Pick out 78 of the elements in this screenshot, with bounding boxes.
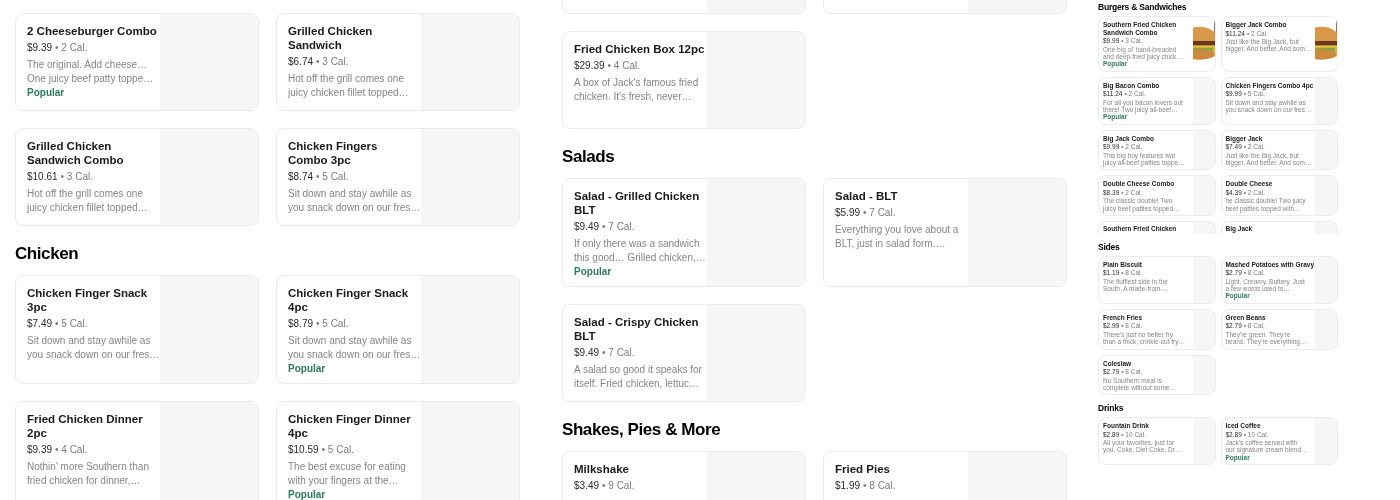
item-price: $7.49 [27, 318, 53, 330]
item-description: Sit down and stay awhile as you snack down on our fres… [27, 334, 158, 361]
item-name: 2 Cheeseburger Combo [27, 24, 158, 38]
item-price: $10.61 [27, 171, 58, 183]
item-name: Grilled Chicken Sandwich [288, 24, 374, 52]
item-description: Everything you love about a BLT, just in salad form.… [835, 223, 960, 250]
item-description: A salad so good it speaks for itself. Fried chicken, lettuc… [574, 363, 703, 390]
item-calories: • 5 Cal. [316, 318, 349, 330]
popular-label: Popular [288, 363, 326, 375]
menu-card[interactable]: Milkshake $3.49 • 9 Cal. [562, 451, 806, 500]
item-calories: • 9 Cal. [602, 480, 635, 492]
item-calories: • 2 Cal. [55, 42, 88, 54]
item-description: Sit down and stay awhile as you snack down on our fres… [288, 334, 419, 361]
section-heading: Sides [1098, 241, 1121, 252]
item-calories: • 7 Cal. [602, 347, 635, 359]
item-calories: • 3 Cal. [316, 56, 349, 68]
popular-label: Popular [288, 489, 326, 500]
menu-card[interactable]: Grilled Chicken Sandwich Combo $10.61 • 3 Cal. Hot off the grill comes one juicy chicken fillet topped… [15, 128, 259, 226]
popular-label: Popular [27, 87, 65, 99]
item-calories: • 7 Cal. [863, 207, 896, 219]
menu-card[interactable]: 2 Cheeseburger Combo $9.39 • 2 Cal. The original. Add cheese… One juicy beef patty toppe… Popular [15, 13, 259, 111]
popular-label: Popular [574, 266, 612, 278]
item-price: $8.79 [288, 318, 314, 330]
item-price: $10.59 [288, 444, 319, 456]
item-price: $6.74 [288, 56, 314, 68]
item-price: $9.39 [27, 42, 53, 54]
item-price: $9.39 [27, 444, 53, 456]
item-price: $9.49 [574, 347, 600, 359]
section-heading: Shakes, Pies & More [562, 419, 722, 441]
item-calories: • 8 Cal. [863, 480, 896, 492]
item-calories: • 7 Cal. [602, 221, 635, 233]
menu-card[interactable]: Fried Chicken Box 12pc $29.39 • 4 Cal. A box of Jack's famous fried chicken. It's fresh, never… [562, 31, 806, 129]
item-description: The original. Add cheese… One juicy beef patty toppe… [27, 58, 155, 85]
item-name: Salad - Grilled Chicken BLT [574, 189, 701, 217]
menu-card[interactable]: Fried Chicken Dinner 2pc $9.39 • 4 Cal. Nothin' more Southern than fried chicken for dinner,… [15, 401, 259, 500]
item-name: Chicken Fingers Combo 3pc [288, 139, 379, 167]
item-price: $29.39 [574, 60, 605, 72]
item-description: A box of Jack's famous fried chicken. It's fresh, never… [574, 76, 700, 103]
item-description: Hot off the grill comes one juicy chicken fillet topped… [288, 72, 410, 99]
item-name: Fried Chicken Dinner 2pc [27, 412, 144, 440]
item-price: $8.74 [288, 171, 314, 183]
menu-card[interactable]: Chicken Finger Snack 4pc $8.79 • 5 Cal. Sit down and stay awhile as you snack down on our fres… Popular [276, 275, 520, 384]
item-name: Chicken Finger Dinner 4pc [288, 412, 412, 440]
section-heading: Salads [562, 146, 616, 168]
menu-card[interactable]: Chicken Finger Dinner 4pc $10.59 • 5 Cal. The best excuse for eating with your fingers at the… Popular [276, 401, 520, 500]
menu-card[interactable]: Chicken Finger Snack 3pc $7.49 • 5 Cal. Sit down and stay awhile as you snack down on our fres… [15, 275, 259, 384]
item-name: Grilled Chicken Sandwich Combo [27, 139, 125, 167]
item-price: $1.99 [835, 480, 861, 492]
menu-card[interactable]: Salad - Crispy Chicken BLT $9.49 • 7 Cal. A salad so good it speaks for itself. Fried chicken, lettuc… [562, 304, 806, 402]
item-description: The best excuse for eating with your fingers at the… [288, 460, 407, 487]
item-calories: • 4 Cal. [607, 60, 640, 72]
item-price: $3.49 [574, 480, 600, 492]
section-heading: Burgers & Sandwiches [1098, 2, 1188, 12]
section-heading: Drinks [1098, 403, 1125, 414]
item-calories: • 3 Cal. [60, 171, 93, 183]
item-name: Milkshake [574, 462, 630, 476]
item-price: $9.49 [574, 221, 600, 233]
item-name: Fried Chicken Box 12pc [574, 42, 705, 56]
item-name: Salad - Crispy Chicken BLT [574, 315, 700, 343]
menu-card[interactable]: Salad - Grilled Chicken BLT $9.49 • 7 Cal. If only there was a sandwich this good… Grilled chicken,… Popular [562, 178, 806, 287]
item-name: Chicken Finger Snack 4pc [288, 286, 410, 314]
item-calories: • 5 Cal. [316, 171, 349, 183]
item-calories: • 4 Cal. [55, 444, 88, 456]
item-name: Fried Pies [835, 462, 891, 476]
item-calories: • 5 Cal. [321, 444, 354, 456]
item-description: Nothin' more Southern than fried chicken for dinner,… [27, 460, 150, 487]
item-price: $5.99 [835, 207, 861, 219]
item-name: Salad - BLT [835, 189, 899, 203]
item-calories: • 5 Cal. [55, 318, 88, 330]
menu-card[interactable]: Fried Pies $1.99 • 8 Cal. [823, 451, 1067, 500]
item-description: If only there was a sandwich this good… Grilled chicken,… [574, 237, 705, 264]
menu-card[interactable]: Grilled Chicken Sandwich $6.74 • 3 Cal. Hot off the grill comes one juicy chicken fillet topped… [276, 13, 520, 111]
menu-card[interactable]: Chicken Fingers Combo 3pc $8.74 • 5 Cal. Sit down and stay awhile as you snack down on our fres… [276, 128, 520, 226]
item-description: Sit down and stay awhile as you snack down on our fres… [288, 187, 419, 214]
menu-card[interactable]: Salad - BLT $5.99 • 7 Cal. Everything you love about a BLT, just in salad form.… [823, 178, 1067, 287]
section-heading: Chicken [15, 243, 80, 265]
item-name: Chicken Finger Snack 3pc [27, 286, 149, 314]
item-description: Hot off the grill comes one juicy chicken fillet topped… [27, 187, 149, 214]
